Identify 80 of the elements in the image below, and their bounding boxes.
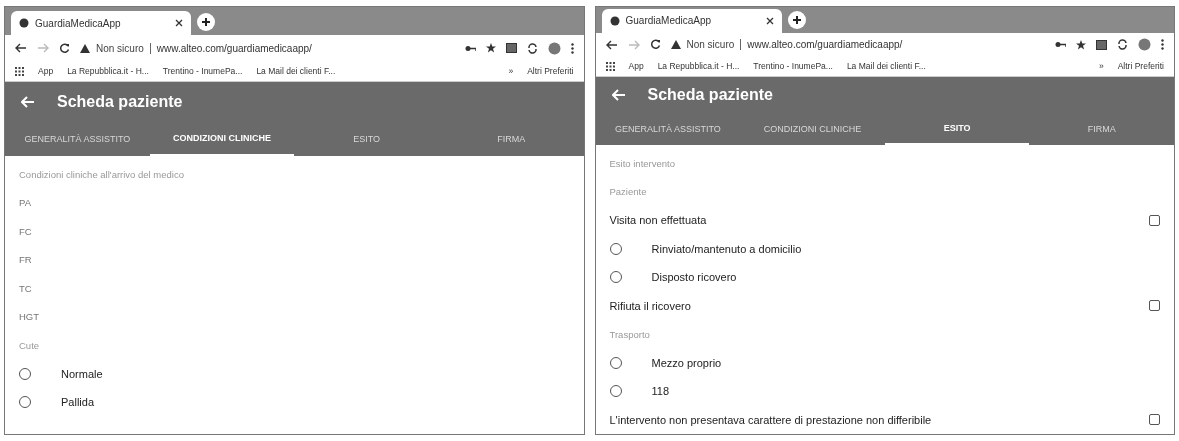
back-icon[interactable]: [15, 43, 27, 53]
radio-label: Rinviato/mantenuto a domicilio: [651, 242, 802, 255]
back-arrow-icon[interactable]: [611, 89, 626, 101]
new-tab-button[interactable]: [197, 13, 215, 31]
bookmark-link[interactable]: La Repubblica.it - H...: [67, 66, 149, 76]
section-tab[interactable]: ESITO: [884, 113, 1030, 145]
security-label: Non sicuro: [686, 39, 735, 51]
page-title: Scheda paziente: [57, 93, 183, 111]
bookmark-link[interactable]: La Repubblica.it - H...: [657, 61, 740, 72]
radio-label: 118: [651, 385, 670, 398]
url-text[interactable]: www.alteo.com/guardiamedicaapp/: [156, 42, 312, 54]
section-label: Cute: [19, 339, 40, 351]
avatar-icon[interactable]: [1138, 38, 1151, 52]
section-tab[interactable]: FIRMA: [438, 122, 584, 156]
section-tab[interactable]: CONDIZIONI CLINICHE: [740, 113, 885, 145]
input-field[interactable]: FC: [19, 225, 570, 237]
radio-label: Normale: [61, 367, 103, 380]
checkbox[interactable]: [1149, 300, 1160, 312]
plus-icon: [791, 14, 802, 25]
page-title: Scheda paziente: [647, 86, 773, 104]
section-tab[interactable]: FIRMA: [1029, 113, 1174, 145]
globe-icon: [609, 15, 620, 26]
apps-grid-icon[interactable]: [15, 66, 24, 76]
section-tab[interactable]: GENERALITÀ ASSISTITO: [5, 122, 150, 156]
bookmark-link[interactable]: App: [38, 66, 54, 76]
section-label: Paziente: [609, 186, 647, 198]
reload-icon[interactable]: [59, 42, 70, 54]
bookmark-link[interactable]: La Mail dei clienti F...: [846, 61, 926, 72]
radio-label: Pallida: [61, 396, 95, 409]
section-tab[interactable]: ESITO: [294, 122, 439, 156]
security-label: Non sicuro: [96, 42, 144, 54]
bookmark-link[interactable]: Trentino - InumePa...: [162, 66, 243, 76]
other-bookmarks-link[interactable]: Altri Preferiti: [527, 66, 574, 76]
input-field[interactable]: PA: [19, 197, 570, 209]
browser-tab[interactable]: GuardiaMedicaApp: [601, 8, 782, 33]
radio-label: Disposto ricovero: [651, 271, 737, 284]
warning-icon: [670, 40, 681, 50]
back-icon[interactable]: [605, 39, 618, 50]
section-tab[interactable]: CONDIZIONI CLINICHE: [149, 122, 295, 156]
checkbox-label: L'intervento non presentava carattere di prestazione non differibile: [609, 413, 932, 426]
menu-icon[interactable]: [570, 42, 574, 54]
globe-icon: [19, 18, 29, 28]
sync-icon[interactable]: [1117, 39, 1128, 51]
key-icon[interactable]: [1055, 41, 1066, 49]
star-icon[interactable]: [485, 43, 496, 53]
bookmark-link[interactable]: App: [628, 61, 644, 72]
key-icon[interactable]: [464, 44, 476, 52]
url-text[interactable]: www.alteo.com/guardiamedicaapp/: [747, 39, 903, 51]
new-tab-button[interactable]: [787, 10, 806, 29]
extension-icon[interactable]: [505, 43, 517, 53]
section-tab[interactable]: GENERALITÀ ASSISTITO: [595, 113, 741, 145]
avatar-icon[interactable]: [547, 41, 561, 55]
extension-icon[interactable]: [1096, 39, 1107, 50]
star-icon[interactable]: [1076, 39, 1086, 50]
section-label: Condizioni cliniche all'arrivo del medico: [19, 168, 184, 180]
other-bookmarks-link[interactable]: Altri Preferiti: [1117, 61, 1164, 72]
sync-icon[interactable]: [526, 42, 538, 54]
apps-grid-icon[interactable]: [605, 61, 615, 71]
more-bookmarks-button[interactable]: »: [508, 66, 514, 76]
checkbox[interactable]: [1149, 214, 1160, 226]
section-label: Trasporto: [609, 328, 650, 340]
bookmark-link[interactable]: La Mail dei clienti F...: [256, 66, 336, 76]
plus-icon: [201, 17, 211, 27]
back-arrow-icon[interactable]: [21, 96, 35, 108]
menu-icon[interactable]: [1161, 39, 1164, 51]
checkbox-label: Visita non effettuata: [609, 214, 707, 227]
close-icon[interactable]: [765, 16, 774, 25]
more-bookmarks-button[interactable]: »: [1098, 61, 1104, 72]
section-label: Esito intervento: [609, 157, 675, 169]
close-icon[interactable]: [175, 19, 183, 27]
radio-label: Mezzo proprio: [651, 356, 722, 369]
reload-icon[interactable]: [649, 39, 661, 51]
browser-tab[interactable]: GuardiaMedicaApp: [11, 11, 191, 35]
input-field[interactable]: FR: [19, 254, 570, 266]
checkbox-label: Rifiuta il ricovero: [609, 299, 691, 312]
input-field[interactable]: HGT: [19, 311, 570, 323]
warning-icon: [80, 43, 90, 53]
input-field[interactable]: TC: [19, 282, 570, 294]
checkbox[interactable]: [1149, 414, 1160, 426]
bookmark-link[interactable]: Trentino - InumePa...: [753, 61, 833, 72]
